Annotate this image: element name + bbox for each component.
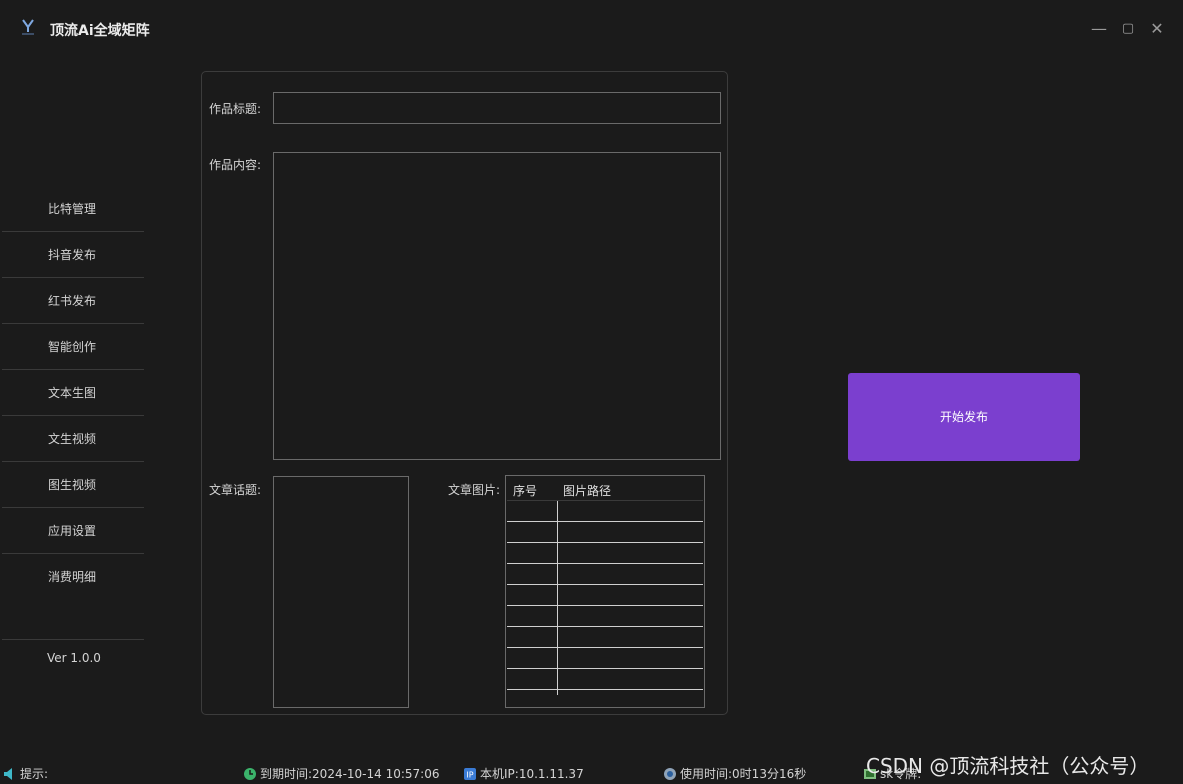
content-label: 作品内容: xyxy=(209,158,262,172)
app-title: 顶流Ai全域矩阵 xyxy=(50,23,150,39)
version-label: Ver 1.0.0 xyxy=(47,651,101,665)
topic-textarea[interactable] xyxy=(273,476,409,708)
publish-button[interactable]: 开始发布 xyxy=(848,373,1080,461)
status-hint-text: 提示: xyxy=(20,767,49,781)
table-row[interactable] xyxy=(507,501,703,522)
sidebar-item-text-to-video[interactable]: 文生视频 xyxy=(2,417,144,462)
table-header-row xyxy=(507,476,703,501)
minimize-button[interactable]: — xyxy=(1088,18,1110,40)
close-button[interactable]: ✕ xyxy=(1146,18,1168,40)
ip-icon: IP xyxy=(464,768,476,780)
sidebar-divider xyxy=(2,639,144,640)
table-row[interactable] xyxy=(507,606,703,627)
sidebar-item-bit-management[interactable]: 比特管理 xyxy=(2,187,144,232)
table-row[interactable] xyxy=(507,543,703,564)
app-logo-icon xyxy=(22,19,34,35)
watermark: CSDN @顶流科技社（公众号） xyxy=(866,754,1150,778)
sidebar-item-image-to-video[interactable]: 图生视频 xyxy=(2,463,144,508)
sidebar-item-app-settings[interactable]: 应用设置 xyxy=(2,509,144,554)
table-row[interactable] xyxy=(507,648,703,669)
status-ip-text: 本机IP:10.1.11.37 xyxy=(480,767,584,781)
content-textarea[interactable] xyxy=(273,152,721,460)
sidebar-item-text-to-image[interactable]: 文本生图 xyxy=(2,371,144,416)
status-hint: 提示: xyxy=(3,765,48,782)
sidebar-item-douyin-publish[interactable]: 抖音发布 xyxy=(2,233,144,278)
sidebar-item-consumption-details[interactable]: 消费明细 xyxy=(2,555,144,600)
status-expire-text: 到期时间:2024-10-14 10:57:06 xyxy=(260,767,440,781)
title-input[interactable] xyxy=(273,92,721,124)
status-ip: IP 本机IP:10.1.11.37 xyxy=(463,765,584,782)
maximize-button[interactable]: ▢ xyxy=(1117,18,1139,40)
usage-time-icon xyxy=(664,768,676,780)
table-row[interactable] xyxy=(507,522,703,543)
sidebar-item-smart-creation[interactable]: 智能创作 xyxy=(2,325,144,370)
status-expire: 到期时间:2024-10-14 10:57:06 xyxy=(243,765,440,782)
speaker-icon xyxy=(4,768,12,780)
clock-icon xyxy=(244,768,256,780)
table-row[interactable] xyxy=(507,564,703,585)
table-column-divider xyxy=(557,501,558,695)
table-row[interactable] xyxy=(507,627,703,648)
image-table[interactable]: 序号 图片路径 xyxy=(505,475,705,708)
sidebar-item-redbook-publish[interactable]: 红书发布 xyxy=(2,279,144,324)
status-usage: 使用时间:0时13分16秒 xyxy=(663,765,806,782)
svg-text:IP: IP xyxy=(466,771,473,780)
title-label: 作品标题: xyxy=(209,102,262,116)
topic-label: 文章话题: xyxy=(209,483,262,497)
table-row[interactable] xyxy=(507,585,703,606)
image-label: 文章图片: xyxy=(448,483,501,497)
table-row[interactable] xyxy=(507,669,703,690)
status-usage-text: 使用时间:0时13分16秒 xyxy=(680,767,807,781)
